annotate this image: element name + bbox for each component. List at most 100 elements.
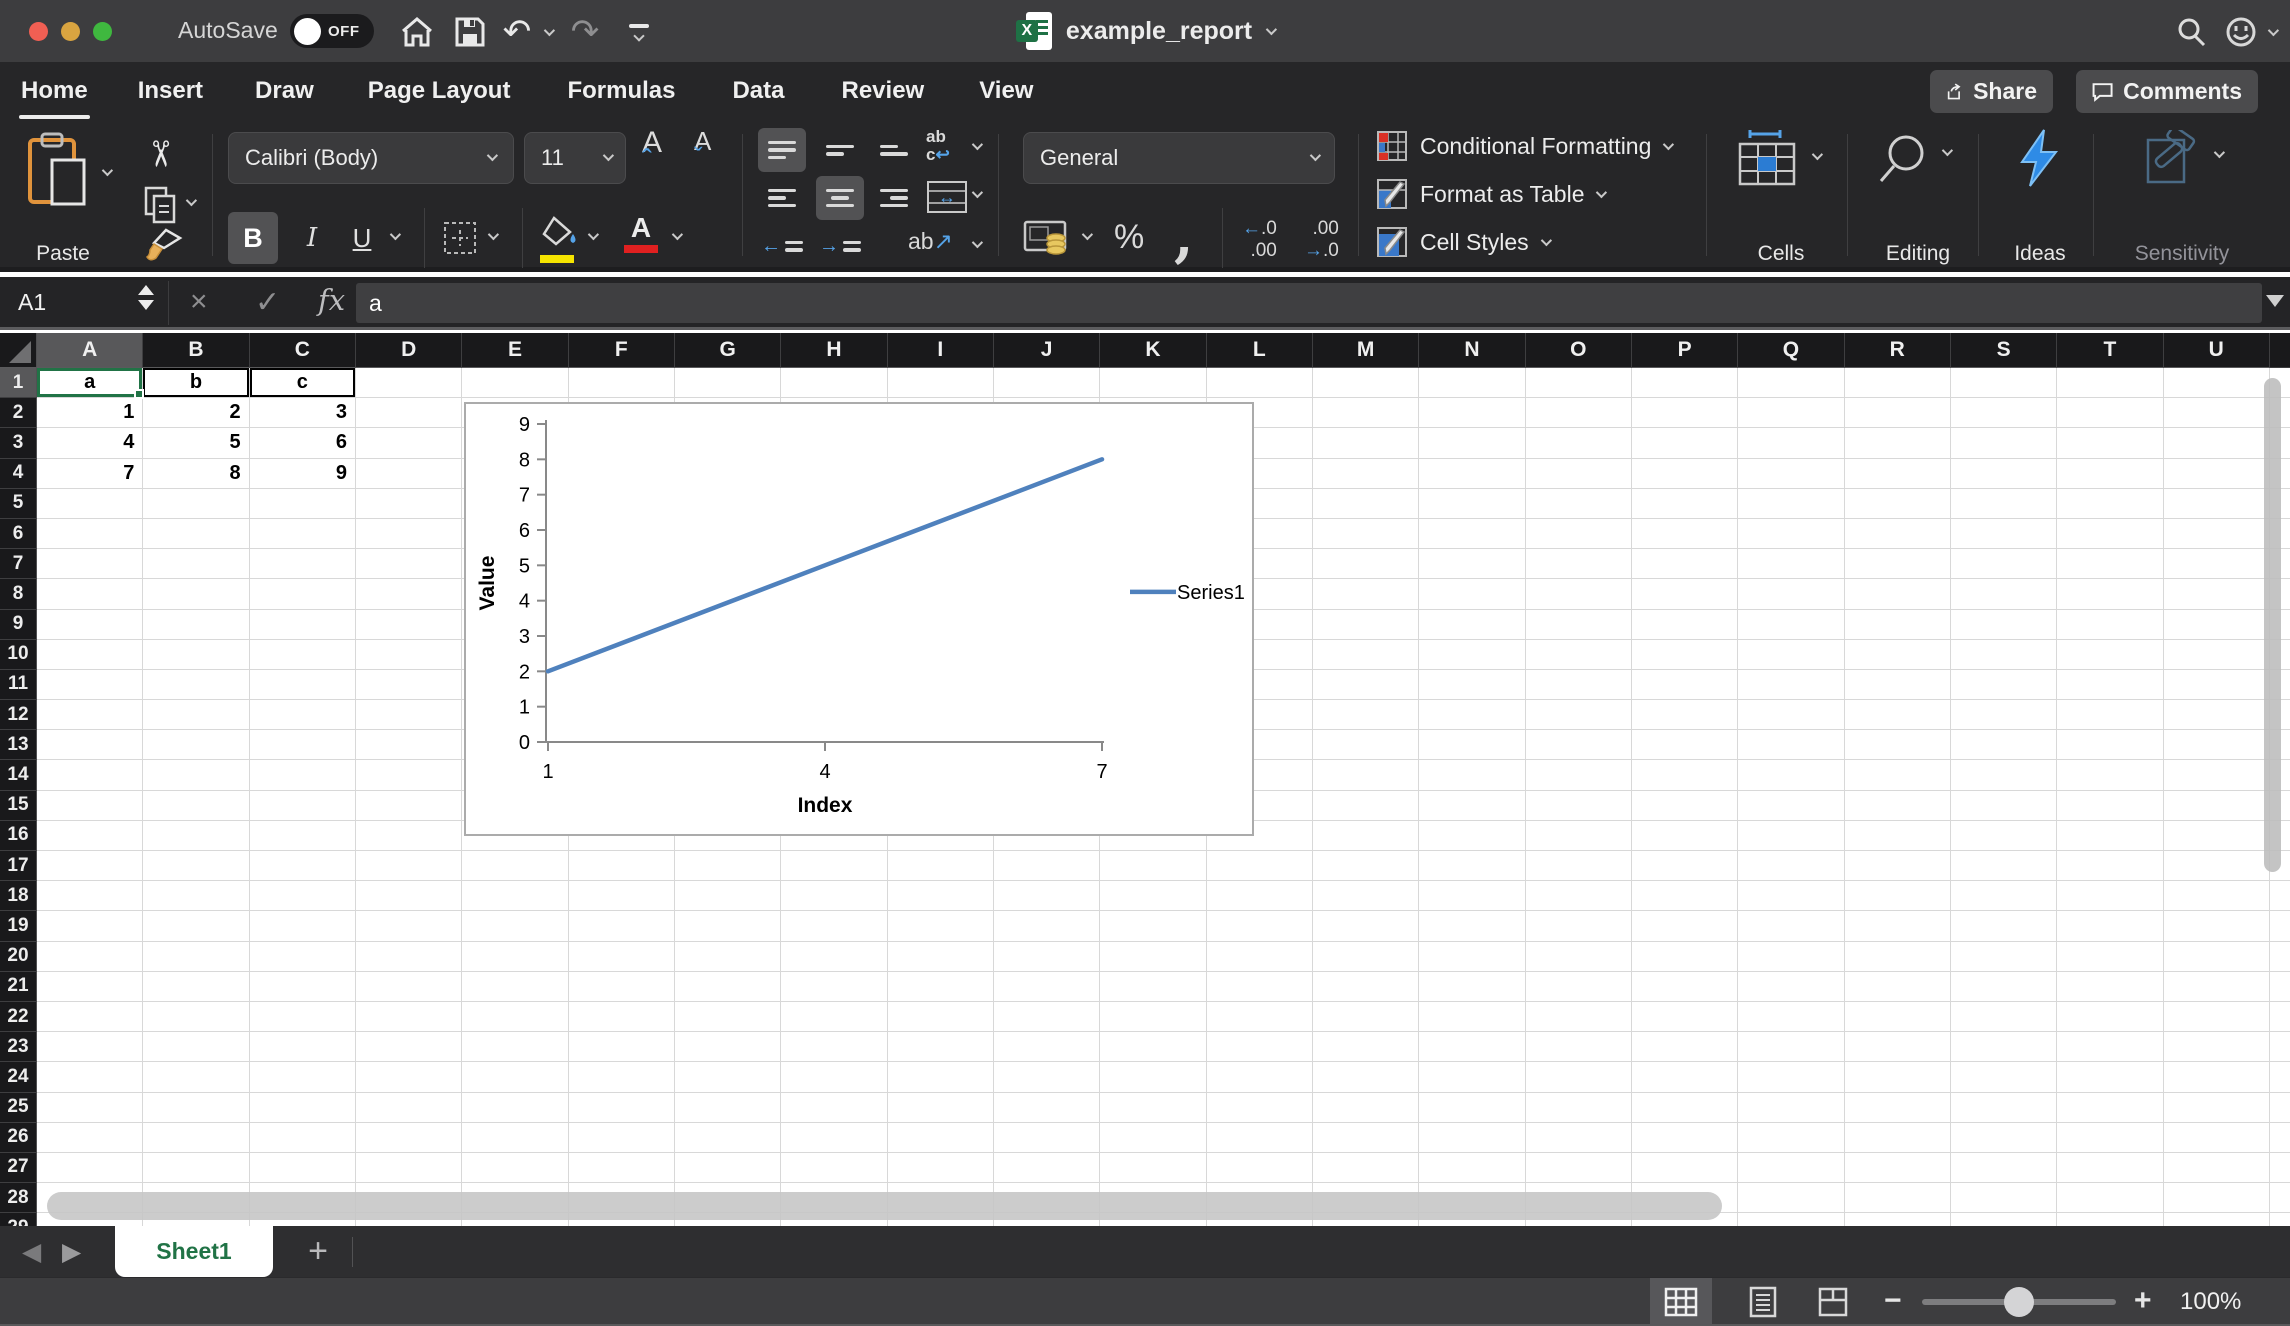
cell-R9[interactable] — [1844, 609, 1951, 640]
cell-E21[interactable] — [462, 971, 569, 1002]
cell-T24[interactable] — [2057, 1062, 2164, 1093]
cell-G18[interactable] — [674, 881, 782, 912]
cancel-formula-icon[interactable]: × — [190, 285, 208, 319]
cell-B9[interactable] — [143, 609, 250, 640]
editing-chevron-icon[interactable] — [1941, 144, 1954, 157]
cell-A13[interactable] — [37, 730, 144, 761]
cell-U26[interactable] — [2163, 1122, 2270, 1153]
cell-M11[interactable] — [1312, 669, 1420, 701]
cell-C21[interactable] — [249, 971, 356, 1002]
cell-B18[interactable] — [143, 881, 250, 912]
cell-M21[interactable] — [1312, 971, 1420, 1002]
cell-C3[interactable]: 6 — [249, 428, 356, 459]
cell-A6[interactable] — [37, 518, 144, 550]
cell-N12[interactable] — [1419, 700, 1526, 731]
cell-O23[interactable] — [1525, 1032, 1632, 1063]
cell-D6[interactable] — [355, 518, 463, 550]
row-header-5[interactable]: 5 — [0, 488, 37, 519]
cell-S6[interactable] — [1950, 518, 2058, 550]
cell-Q1[interactable] — [1738, 368, 1845, 399]
cell-B14[interactable] — [143, 760, 250, 791]
cell-M3[interactable] — [1312, 428, 1420, 459]
cell-L22[interactable] — [1206, 1001, 1313, 1033]
cell-D17[interactable] — [355, 851, 463, 882]
cell-U4[interactable] — [2163, 458, 2270, 489]
cell-H17[interactable] — [781, 851, 888, 882]
cell-M8[interactable] — [1312, 579, 1420, 610]
formula-input[interactable]: a — [356, 283, 2262, 323]
cell-U29[interactable] — [2164, 1213, 2270, 1226]
fill-handle[interactable] — [134, 389, 145, 400]
cell-U15[interactable] — [2163, 790, 2270, 821]
cell-C5[interactable] — [249, 488, 356, 519]
row-header-22[interactable]: 22 — [0, 1001, 37, 1033]
cell-B5[interactable] — [143, 488, 250, 519]
cell-C2[interactable]: 3 — [249, 398, 356, 429]
cell-S11[interactable] — [1950, 669, 2058, 701]
undo-icon[interactable]: ↶ — [498, 13, 536, 51]
cell-B1[interactable]: b — [143, 368, 250, 399]
cell-B26[interactable] — [143, 1122, 250, 1153]
cell-S22[interactable] — [1950, 1001, 2058, 1033]
cell-O17[interactable] — [1525, 851, 1632, 882]
cell-T10[interactable] — [2057, 639, 2164, 670]
cell-O8[interactable] — [1525, 579, 1632, 610]
cell-O11[interactable] — [1525, 669, 1632, 701]
cell-U28[interactable] — [2163, 1183, 2270, 1214]
confirm-formula-icon[interactable]: ✓ — [255, 285, 280, 320]
cell-L25[interactable] — [1206, 1092, 1313, 1123]
cell-D2[interactable] — [355, 398, 463, 429]
cell-C4[interactable]: 9 — [249, 458, 356, 489]
column-header-Q[interactable]: Q — [1738, 333, 1845, 368]
cell-T17[interactable] — [2057, 851, 2164, 882]
align-left-icon[interactable] — [758, 176, 806, 220]
cell-Q17[interactable] — [1738, 851, 1845, 882]
cell-B22[interactable] — [143, 1001, 250, 1033]
cell-I19[interactable] — [887, 911, 994, 942]
home-icon[interactable] — [398, 13, 436, 51]
cell-O16[interactable] — [1525, 820, 1632, 851]
row-header-18[interactable]: 18 — [0, 881, 37, 912]
cell-M9[interactable] — [1312, 609, 1420, 640]
borders-chevron-icon[interactable] — [487, 228, 500, 241]
cell-R13[interactable] — [1844, 730, 1951, 761]
cell-Q12[interactable] — [1738, 700, 1845, 731]
cell-E25[interactable] — [462, 1092, 569, 1123]
cell-A2[interactable]: 1 — [37, 398, 144, 429]
cell-M6[interactable] — [1312, 518, 1420, 550]
cell-O6[interactable] — [1525, 518, 1632, 550]
cell-O13[interactable] — [1525, 730, 1632, 761]
cell-K27[interactable] — [1100, 1152, 1207, 1184]
tab-data[interactable]: Data — [730, 73, 786, 109]
italic-button[interactable]: I — [290, 212, 334, 264]
cell-N21[interactable] — [1419, 971, 1526, 1002]
cell-partial[interactable] — [2269, 1093, 2290, 1123]
cell-C23[interactable] — [249, 1032, 356, 1063]
column-header-N[interactable]: N — [1419, 333, 1526, 368]
cell-R2[interactable] — [1844, 398, 1951, 429]
cell-O1[interactable] — [1525, 368, 1632, 399]
cell-D19[interactable] — [355, 911, 463, 942]
cell-C27[interactable] — [249, 1152, 356, 1184]
cell-N4[interactable] — [1419, 458, 1526, 489]
row-header-4[interactable]: 4 — [0, 458, 37, 489]
cell-S24[interactable] — [1950, 1062, 2058, 1093]
cell-Q19[interactable] — [1738, 911, 1845, 942]
cell-D3[interactable] — [355, 428, 463, 459]
cell-R24[interactable] — [1844, 1062, 1951, 1093]
minimize-window-button[interactable] — [61, 22, 80, 41]
cell-A21[interactable] — [37, 971, 144, 1002]
cell-A17[interactable] — [37, 851, 144, 882]
cell-I25[interactable] — [887, 1092, 994, 1123]
cell-R6[interactable] — [1844, 518, 1951, 550]
cell-U17[interactable] — [2163, 851, 2270, 882]
cell-N24[interactable] — [1419, 1062, 1526, 1093]
merge-center-chevron-icon[interactable] — [971, 186, 984, 199]
zoom-window-button[interactable] — [93, 22, 112, 41]
cell-P12[interactable] — [1631, 700, 1739, 731]
cell-D26[interactable] — [355, 1122, 463, 1153]
cell-O4[interactable] — [1525, 458, 1632, 489]
zoom-in-icon[interactable]: + — [2134, 1284, 2152, 1318]
cell-R29[interactable] — [1845, 1213, 1951, 1226]
prev-sheet-icon[interactable]: ◀ — [22, 1237, 41, 1266]
